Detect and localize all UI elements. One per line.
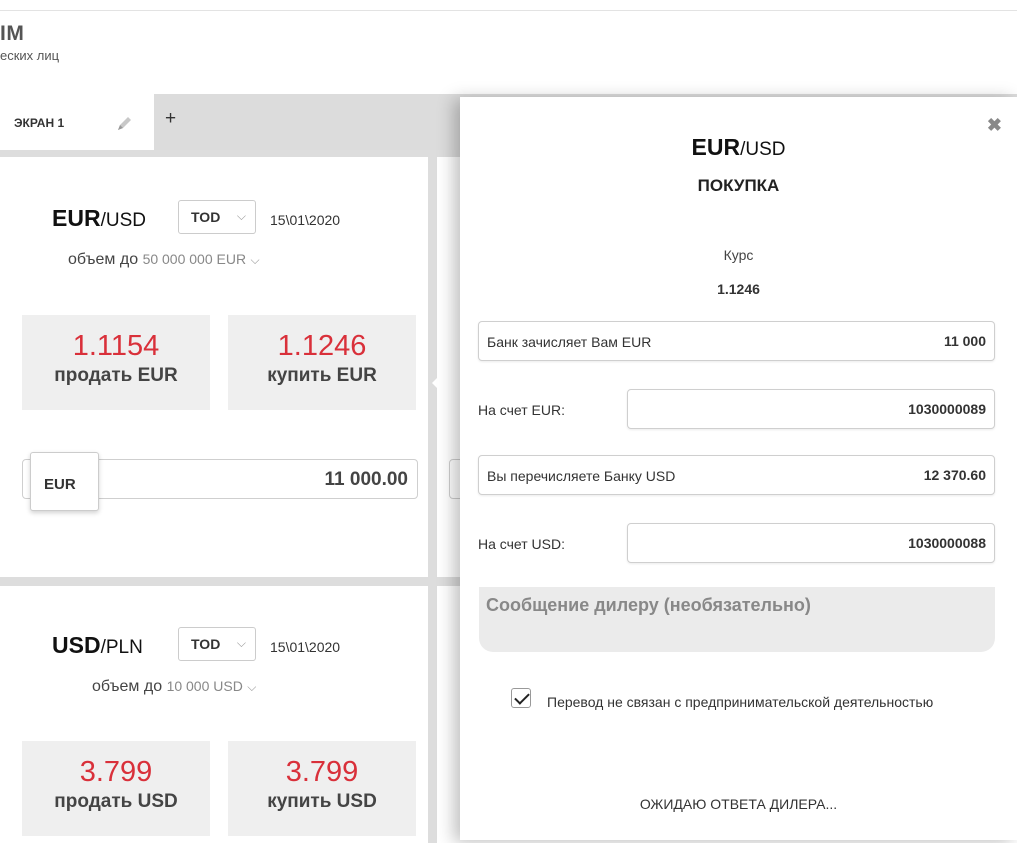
credit-value: 11 000 [943,333,986,349]
buy-quote-button[interactable]: 1.1246 купить EUR [228,315,416,410]
tab-screen-1[interactable]: ЭКРАН 1 [0,94,154,150]
chevron-down-icon: ⌵ [236,209,246,223]
sell-label: продать EUR [54,365,178,386]
modal-pair-quote: /USD [740,139,786,160]
rate-label: Курс [723,247,754,263]
currency-panel-usdpln: USD/PLN TOD ⌵ 15\01\2020 объем до 10 000… [0,586,428,843]
buy-label: купить USD [267,791,377,812]
checkbox-label: Перевод не связан с предпринимательской … [547,694,934,710]
account-usd-label: На счет USD: [478,536,565,552]
buy-quote-button[interactable]: 3.799 купить USD [228,741,416,836]
debit-value: 12 370.60 [923,467,986,483]
tenor-select[interactable]: TOD ⌵ [178,200,256,234]
modal-pointer [432,355,460,411]
value-date: 15\01\2020 [270,639,341,655]
pair-base: EUR [52,205,101,231]
app-subtitle: еских лиц [0,48,60,63]
pencil-icon[interactable] [115,113,135,133]
debit-amount-field[interactable]: Вы перечисляете Банку USD 12 370.60 [478,455,995,495]
currency-selector[interactable]: EUR [30,452,99,511]
sell-label: продать USD [54,791,178,812]
tenor-value: TOD [191,636,221,652]
app-title: IM [0,22,25,45]
credit-label: Банк зачисляет Вам EUR [487,334,652,350]
modal-pair-title: EUR/USD [460,134,1017,161]
sell-quote-button[interactable]: 1.1154 продать EUR [22,315,210,410]
sell-rate: 1.1154 [72,330,160,362]
pair-base: USD [52,632,101,658]
account-usd-field[interactable]: 1030000088 [627,523,995,563]
deal-confirmation-modal: ✖ EUR/USD ПОКУПКА Курс 1.1246 Банк зачис… [460,97,1017,840]
buy-rate: 1.1246 [277,330,367,362]
value-date: 15\01\2020 [270,212,341,228]
non-business-checkbox[interactable] [511,688,531,708]
account-eur-value: 1030000089 [908,401,986,417]
tab-label: ЭКРАН 1 [14,116,65,130]
dealer-message-placeholder: Сообщение дилеру (необязательно) [486,595,811,615]
tenor-select[interactable]: TOD ⌵ [178,627,256,661]
tenor-value: TOD [191,209,221,225]
pair-title: EUR/USD [52,205,146,232]
dealer-status: ОЖИДАЮ ОТВЕТА ДИЛЕРА... [639,796,838,812]
header-divider [0,10,1017,11]
currency-code: EUR [44,476,76,493]
app-brand: IM еских лиц [0,22,300,63]
pair-quote: /USD [100,210,146,231]
volume-limit[interactable]: объем до 10 000 USD ⌵ [92,678,256,696]
debit-label: Вы перечисляете Банку USD [487,468,676,484]
chevron-down-icon: ⌵ [236,636,246,650]
account-usd-value: 1030000088 [908,535,986,551]
volume-limit[interactable]: объем до 50 000 000 EUR ⌵ [68,251,260,269]
sell-quote-button[interactable]: 3.799 продать USD [22,741,210,836]
pair-title: USD/PLN [52,632,143,659]
credit-amount-field[interactable]: Банк зачисляет Вам EUR 11 000 [478,321,995,361]
buy-rate: 3.799 [285,756,359,788]
pair-quote: /PLN [100,637,143,658]
volume-value: 10 000 USD [166,678,243,694]
volume-prefix: объем до [92,678,163,695]
buy-label: купить EUR [267,365,377,386]
modal-pair-base: EUR [691,134,741,160]
rate-value: 1.1246 [717,281,760,297]
chevron-down-icon: ⌵ [247,680,257,694]
volume-prefix: объем до [68,251,139,268]
account-eur-label: На счет EUR: [478,402,565,418]
currency-panel-eurusd: EUR/USD TOD ⌵ 15\01\2020 объем до 50 000… [0,157,428,577]
account-eur-field[interactable]: 1030000089 [627,389,995,429]
amount-value: 11 000.00 [324,469,408,490]
chevron-down-icon: ⌵ [250,253,260,267]
close-icon[interactable]: ✖ [987,115,1002,136]
sell-rate: 3.799 [79,756,153,788]
add-tab-button[interactable]: + [165,108,176,130]
operation-type: ПОКУПКА [697,176,780,195]
volume-value: 50 000 000 EUR [142,251,247,267]
dealer-message-input[interactable]: Сообщение дилеру (необязательно) [479,587,995,652]
